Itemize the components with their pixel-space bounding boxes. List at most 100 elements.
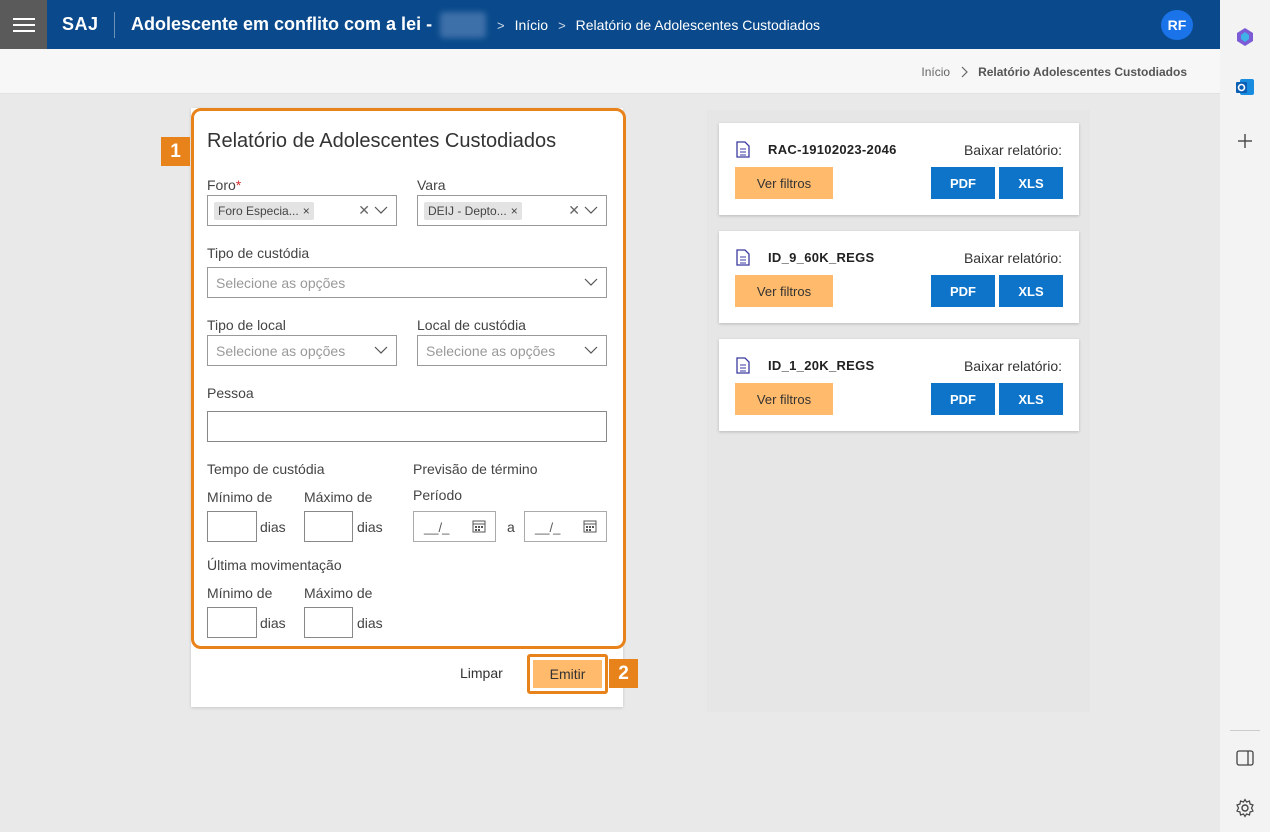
pdf-button[interactable]: PDF bbox=[931, 383, 995, 415]
local-custodia-select[interactable]: Selecione as opções bbox=[417, 335, 607, 366]
tempo-custodia-label: Tempo de custódia bbox=[207, 461, 325, 477]
divider bbox=[1230, 730, 1260, 731]
sidebar-toggle-icon[interactable] bbox=[1233, 746, 1257, 770]
ultima-maximo-label: Máximo de bbox=[304, 585, 373, 601]
breadcrumb: Início Relatório Adolescentes Custodiado… bbox=[921, 65, 1187, 79]
chip-remove-icon[interactable]: × bbox=[303, 204, 310, 218]
step-badge-2: 2 bbox=[609, 659, 638, 688]
brand-logo[interactable]: SAJ bbox=[62, 14, 99, 35]
xls-button[interactable]: XLS bbox=[999, 275, 1063, 307]
breadcrumb-inicio[interactable]: Início bbox=[515, 17, 548, 33]
baixar-label: Baixar relatório: bbox=[963, 358, 1062, 374]
outlook-icon[interactable] bbox=[1233, 75, 1257, 99]
tipo-custodia-placeholder: Selecione as opções bbox=[216, 274, 346, 291]
ver-filtros-button[interactable]: Ver filtros bbox=[735, 383, 833, 415]
date-separator: a bbox=[507, 519, 515, 535]
report-name: ID_9_60K_REGS bbox=[768, 250, 875, 265]
document-icon bbox=[736, 357, 750, 374]
emitir-button[interactable]: Emitir bbox=[527, 654, 608, 694]
clear-icon[interactable]: ✕ bbox=[358, 202, 370, 219]
copilot-icon[interactable] bbox=[1233, 25, 1257, 49]
ver-filtros-button[interactable]: Ver filtros bbox=[735, 275, 833, 307]
foro-chip-label: Foro Especia... bbox=[218, 203, 299, 218]
tipo-custodia-select[interactable]: Selecione as opções bbox=[207, 267, 607, 298]
chevron-down-icon bbox=[584, 206, 598, 214]
breadcrumb-relatorio[interactable]: Relatório de Adolescentes Custodiados bbox=[576, 17, 820, 33]
date-start-input[interactable]: __/_ bbox=[413, 511, 496, 542]
redacted-text bbox=[440, 12, 486, 38]
breadcrumb-inicio[interactable]: Início bbox=[921, 65, 950, 79]
pessoa-label: Pessoa bbox=[207, 385, 254, 401]
chevron-down-icon bbox=[374, 346, 388, 354]
previsao-label: Previsão de término bbox=[413, 461, 538, 477]
tipo-local-placeholder: Selecione as opções bbox=[216, 342, 346, 359]
report-card: ID_1_20K_REGS Baixar relatório: Ver filt… bbox=[719, 339, 1079, 431]
tempo-maximo-input[interactable] bbox=[304, 511, 353, 542]
emitir-label: Emitir bbox=[533, 660, 602, 688]
breadcrumb-bar: Início Relatório Adolescentes Custodiado… bbox=[0, 49, 1220, 94]
pdf-button[interactable]: PDF bbox=[931, 275, 995, 307]
date-end-placeholder: __/_ bbox=[535, 520, 561, 535]
limpar-button[interactable]: Limpar bbox=[460, 665, 503, 681]
chevron-right-icon bbox=[961, 66, 968, 78]
tempo-maximo-label: Máximo de bbox=[304, 489, 373, 505]
dias-label: dias bbox=[260, 519, 286, 535]
tempo-minimo-input[interactable] bbox=[207, 511, 257, 542]
divider bbox=[114, 12, 115, 38]
tempo-minimo-label: Mínimo de bbox=[207, 489, 273, 505]
date-start-placeholder: __/_ bbox=[424, 520, 450, 535]
app-title: Adolescente em conflito com a lei - bbox=[131, 14, 433, 34]
foro-label: Foro* bbox=[207, 177, 241, 193]
periodo-label: Período bbox=[413, 487, 463, 503]
calendar-icon[interactable] bbox=[583, 519, 597, 533]
local-custodia-placeholder: Selecione as opções bbox=[426, 342, 556, 359]
chevron-down-icon bbox=[374, 206, 388, 214]
ultima-maximo-input[interactable] bbox=[304, 607, 353, 638]
pdf-button[interactable]: PDF bbox=[931, 167, 995, 199]
report-card: ID_9_60K_REGS Baixar relatório: Ver filt… bbox=[719, 231, 1079, 323]
ultima-minimo-input[interactable] bbox=[207, 607, 257, 638]
chevron-right-icon: > bbox=[558, 17, 566, 33]
clear-icon[interactable]: ✕ bbox=[568, 202, 580, 219]
ultima-minimo-label: Mínimo de bbox=[207, 585, 273, 601]
vara-label: Vara bbox=[417, 177, 446, 193]
dias-label: dias bbox=[260, 615, 286, 631]
required-marker: * bbox=[235, 177, 242, 193]
report-name: ID_1_20K_REGS bbox=[768, 358, 875, 373]
tipo-local-select[interactable]: Selecione as opções bbox=[207, 335, 397, 366]
chip-remove-icon[interactable]: × bbox=[511, 204, 518, 218]
chevron-right-icon: > bbox=[497, 17, 505, 33]
avatar[interactable]: RF bbox=[1161, 10, 1193, 40]
top-breadcrumb: > Início > Relatório de Adolescentes Cus… bbox=[497, 17, 820, 33]
baixar-label: Baixar relatório: bbox=[963, 142, 1062, 158]
xls-button[interactable]: XLS bbox=[999, 167, 1063, 199]
add-icon[interactable] bbox=[1233, 129, 1257, 153]
report-name: RAC-19102023-2046 bbox=[768, 142, 897, 157]
breadcrumb-current: Relatório Adolescentes Custodiados bbox=[978, 65, 1187, 79]
dias-label: dias bbox=[357, 519, 383, 535]
step-badge-1: 1 bbox=[161, 137, 190, 166]
app-window: SAJ Adolescente em conflito com a lei - … bbox=[0, 0, 1220, 832]
menu-button[interactable] bbox=[0, 0, 47, 49]
foro-chip: Foro Especia... × bbox=[214, 201, 314, 220]
report-card: RAC-19102023-2046 Baixar relatório: Ver … bbox=[719, 123, 1079, 215]
tipo-custodia-label: Tipo de custódia bbox=[207, 245, 310, 261]
document-icon bbox=[736, 249, 750, 266]
local-custodia-label: Local de custódia bbox=[417, 317, 526, 333]
calendar-icon[interactable] bbox=[472, 519, 486, 533]
top-bar: SAJ Adolescente em conflito com a lei - … bbox=[0, 0, 1220, 49]
pessoa-input[interactable] bbox=[207, 411, 607, 442]
chevron-down-icon bbox=[584, 278, 598, 286]
foro-select[interactable]: Foro Especia... × ✕ bbox=[207, 195, 397, 226]
vara-select[interactable]: DEIJ - Depto... × ✕ bbox=[417, 195, 607, 226]
document-icon bbox=[736, 141, 750, 158]
hamburger-icon bbox=[12, 17, 35, 32]
dias-label: dias bbox=[357, 615, 383, 631]
gear-icon[interactable] bbox=[1233, 796, 1257, 820]
xls-button[interactable]: XLS bbox=[999, 383, 1063, 415]
ver-filtros-button[interactable]: Ver filtros bbox=[735, 167, 833, 199]
foro-label-text: Foro bbox=[207, 177, 236, 193]
tipo-local-label: Tipo de local bbox=[207, 317, 286, 333]
date-end-input[interactable]: __/_ bbox=[524, 511, 607, 542]
ultima-movimentacao-label: Última movimentação bbox=[207, 557, 342, 573]
